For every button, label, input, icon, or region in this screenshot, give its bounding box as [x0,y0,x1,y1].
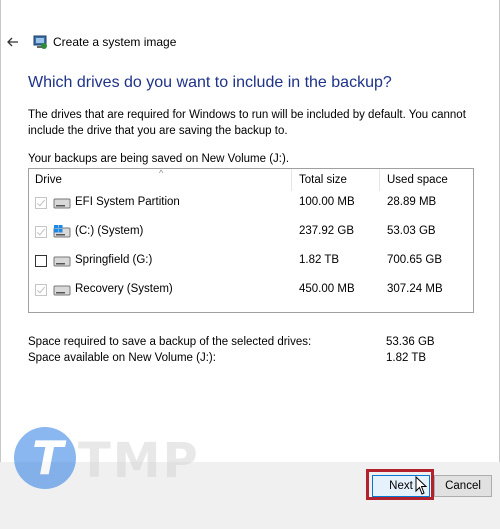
column-divider [291,169,292,191]
drive-icon [53,198,71,209]
page-heading: Which drives do you want to include in t… [28,74,392,91]
space-available-value: 1.82 TB [386,352,427,364]
drive-used-space: 700.65 GB [387,254,442,266]
drive-used-space: 307.24 MB [387,283,443,295]
windows-drive-icon [53,225,71,238]
saving-location-note: Your backups are being saved on New Volu… [28,153,290,165]
space-required-value: 53.36 GB [386,336,435,348]
drive-list[interactable]: ^ Drive Total size Used space EFI System… [28,168,474,313]
watermark-letter: T [32,431,64,485]
drive-used-space: 53.03 GB [387,225,436,237]
drive-checkbox [35,197,47,209]
drive-checkbox[interactable] [35,255,47,267]
table-row[interactable]: Springfield (G:) 1.82 TB 700.65 GB [29,247,473,275]
column-header-drive[interactable]: Drive [35,174,62,186]
watermark-text: TMP [78,433,200,489]
table-row[interactable]: (C:) (System) 237.92 GB 53.03 GB [29,218,473,246]
drive-used-space: 28.89 MB [387,196,437,208]
drive-checkbox [35,284,47,296]
column-header-used-space[interactable]: Used space [387,174,448,186]
drive-name: Springfield (G:) [75,254,153,266]
column-divider [379,169,380,191]
title-bar: Create a system image [0,26,500,58]
backup-app-icon [33,35,47,49]
drive-icon [53,285,71,296]
page-description: The drives that are required for Windows… [28,109,466,137]
sort-caret-icon: ^ [159,168,164,178]
mouse-cursor-icon [415,476,427,495]
drive-checkbox [35,226,47,238]
drive-total-size: 237.92 GB [299,225,354,237]
cancel-button[interactable]: Cancel [434,475,492,497]
drive-name: (C:) (System) [75,225,144,237]
column-header-total-size[interactable]: Total size [299,174,347,186]
table-row[interactable]: Recovery (System) 450.00 MB 307.24 MB [29,276,473,304]
drive-total-size: 1.82 TB [299,254,340,266]
window-title: Create a system image [53,35,177,49]
drive-icon [53,256,71,267]
drive-name: EFI System Partition [75,196,180,208]
space-available-label: Space available on New Volume (J:): [28,352,216,364]
space-required-label: Space required to save a backup of the s… [28,336,312,348]
drive-total-size: 100.00 MB [299,196,355,208]
watermark-logo: T TMP [12,425,212,495]
back-arrow-icon[interactable] [6,35,20,49]
table-row[interactable]: EFI System Partition 100.00 MB 28.89 MB [29,189,473,217]
drive-total-size: 450.00 MB [299,283,355,295]
drive-name: Recovery (System) [75,283,173,295]
